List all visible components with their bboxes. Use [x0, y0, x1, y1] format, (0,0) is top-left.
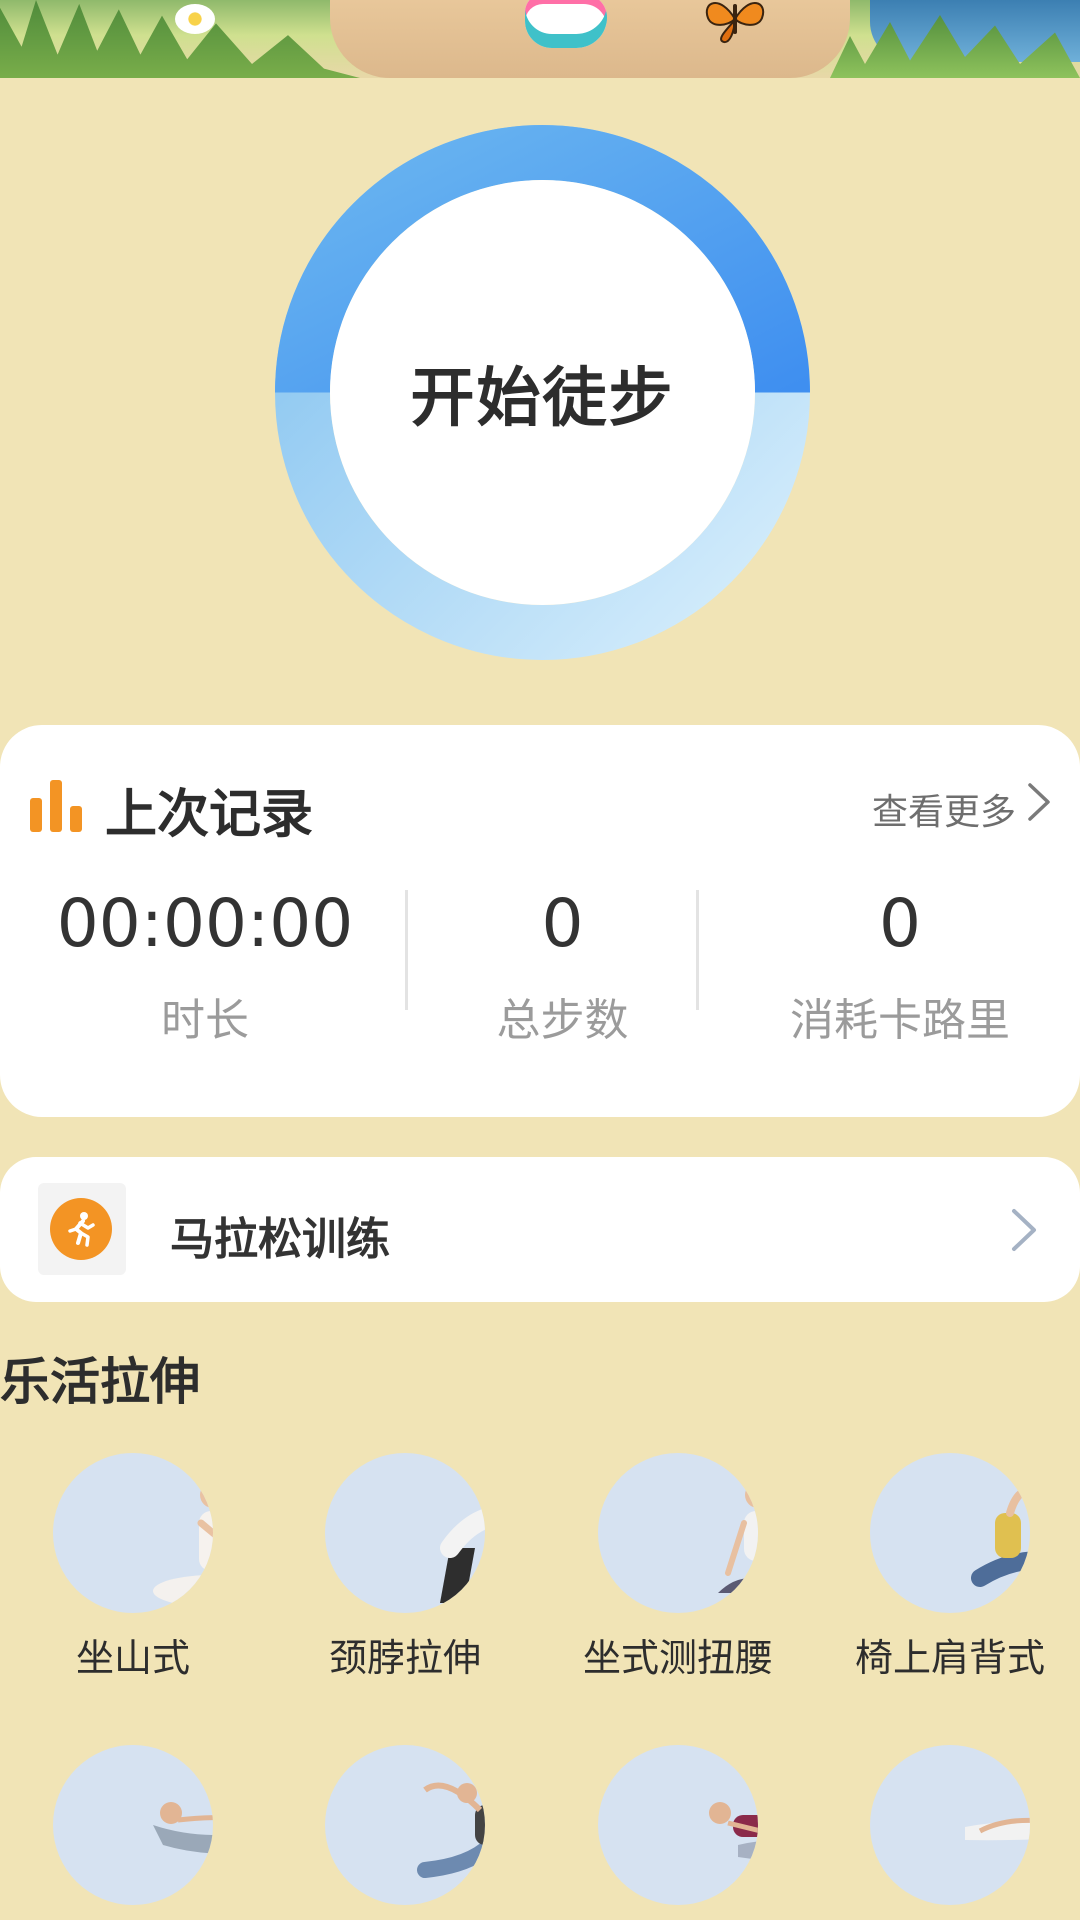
calories-label: 消耗卡路里	[790, 995, 1010, 1046]
steps-value: 0	[541, 885, 584, 962]
stretch-section-title: 乐活拉伸	[0, 1353, 200, 1411]
stretch-thumbnail	[870, 1745, 1030, 1905]
stat-steps: 0 总步数	[440, 885, 685, 1048]
stretch-tile-mountain-pose[interactable]: 坐山式	[33, 1453, 233, 1682]
start-hiking-button[interactable]: 开始徒步	[275, 125, 810, 660]
stretch-tile-neck-stretch[interactable]: 颈脖拉伸	[305, 1453, 505, 1682]
stretch-thumbnail	[598, 1453, 758, 1613]
view-more-link[interactable]: 查看更多	[872, 783, 1016, 835]
stretch-name: 颈脖拉伸	[328, 1636, 481, 1680]
calories-value: 0	[879, 885, 921, 962]
shoe-decoration	[525, 0, 607, 48]
header-illustration	[0, 0, 1080, 78]
stretch-thumbnail	[325, 1453, 485, 1613]
chevron-right-icon[interactable]	[1026, 781, 1052, 823]
stretch-tile-chair-shoulder[interactable]: 椅上肩背式	[850, 1453, 1050, 1682]
stat-divider	[405, 890, 408, 1010]
stretch-tile-seated-twist[interactable]: 坐式测扭腰	[578, 1453, 778, 1682]
stretch-tile[interactable]	[33, 1745, 233, 1919]
stretch-thumbnail	[325, 1745, 485, 1905]
stretch-tile[interactable]	[850, 1745, 1050, 1919]
stretch-tile[interactable]	[305, 1745, 505, 1919]
marathon-training-label: 马拉松训练	[170, 1214, 390, 1265]
stretch-thumbnail	[870, 1453, 1030, 1613]
stretch-thumbnail	[53, 1745, 213, 1905]
stat-divider	[696, 890, 699, 1010]
stretch-tile[interactable]	[578, 1745, 778, 1919]
last-record-title: 上次记录	[105, 785, 314, 845]
stretch-name: 坐式测扭腰	[582, 1636, 773, 1680]
butterfly-icon	[705, 2, 765, 43]
start-hiking-label: 开始徒步	[410, 361, 675, 436]
marathon-training-item[interactable]	[0, 1157, 1080, 1302]
stretch-name: 坐山式	[75, 1636, 190, 1680]
stretch-thumbnail	[53, 1453, 213, 1613]
bar-chart-icon	[30, 780, 82, 832]
stretch-name: 椅上肩背式	[854, 1636, 1045, 1680]
chevron-right-icon[interactable]	[1008, 1205, 1040, 1255]
stretch-thumbnail	[598, 1745, 758, 1905]
running-icon	[50, 1198, 112, 1260]
duration-label: 时长	[161, 995, 249, 1046]
flower-decoration	[175, 4, 215, 34]
stat-duration: 00:00:00 时长	[55, 885, 355, 1048]
stat-calories: 0 消耗卡路里	[760, 885, 1040, 1048]
steps-label: 总步数	[496, 995, 629, 1046]
ring-center[interactable]: 开始徒步	[330, 180, 755, 605]
duration-value: 00:00:00	[56, 885, 354, 962]
